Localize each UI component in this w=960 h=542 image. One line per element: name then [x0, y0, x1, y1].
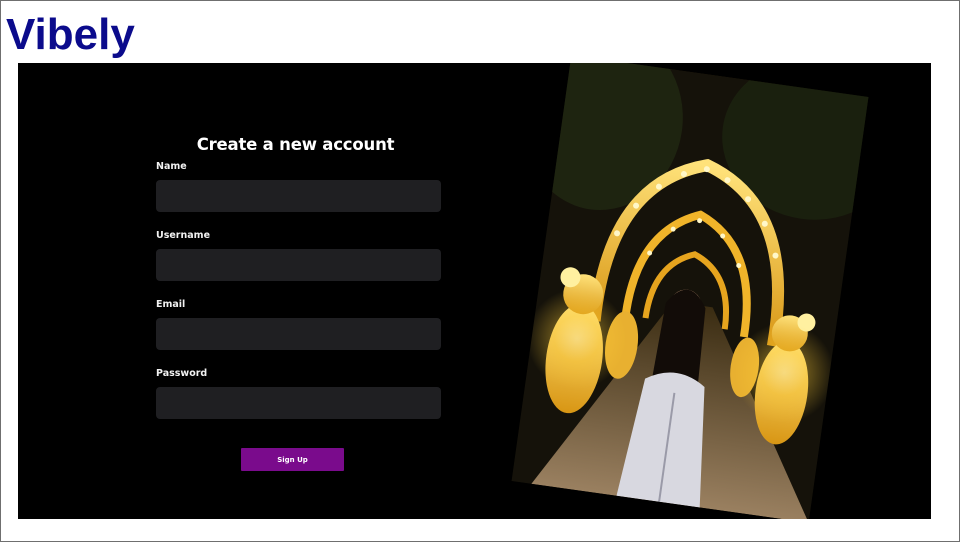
signup-panel: Create a new account Name Username Email…: [18, 63, 931, 519]
email-label: Email: [156, 299, 186, 310]
password-input[interactable]: [156, 387, 441, 419]
sign-up-button[interactable]: Sign Up: [241, 448, 344, 471]
password-label: Password: [156, 368, 208, 379]
brand-logo: Vibely: [6, 10, 135, 59]
email-input[interactable]: [156, 318, 441, 350]
name-label: Name: [156, 161, 187, 172]
signup-form: Create a new account Name Username Email…: [156, 135, 441, 471]
lantern-archway-illustration: [511, 63, 869, 519]
form-title: Create a new account: [196, 135, 395, 154]
username-label: Username: [156, 230, 211, 241]
name-input[interactable]: [156, 180, 441, 212]
hero-photo: [511, 63, 869, 519]
username-input[interactable]: [156, 249, 441, 281]
